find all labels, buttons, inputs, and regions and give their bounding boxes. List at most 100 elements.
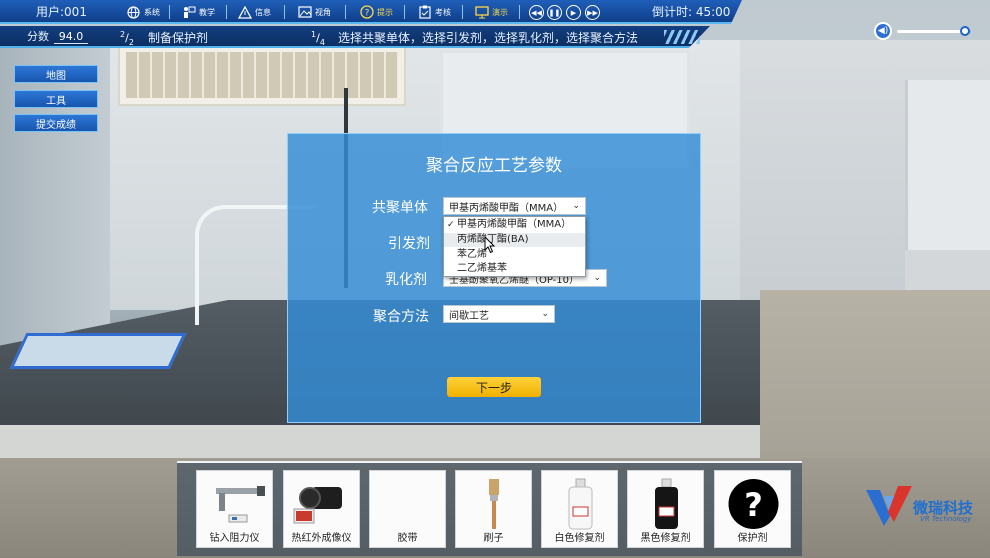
tool-tape[interactable]: 胶带 bbox=[369, 470, 446, 548]
next-step-button[interactable]: 下一步 bbox=[447, 377, 541, 397]
option-label: 苯乙烯 bbox=[457, 249, 487, 260]
nav-demo[interactable]: 演示 bbox=[474, 4, 508, 20]
cabinet-lower bbox=[905, 250, 990, 290]
score-value: 94.0 bbox=[54, 30, 88, 44]
decorative-stripes bbox=[664, 30, 700, 44]
volume-fill bbox=[897, 30, 966, 33]
nav-exam-label: 考核 bbox=[435, 7, 451, 17]
divider bbox=[226, 5, 227, 19]
tool-label: 钻入阻力仪 bbox=[209, 533, 260, 544]
option-label: 甲基丙烯酸甲酯（MMA） bbox=[457, 219, 572, 230]
tool-label: 白色修复剂 bbox=[554, 533, 605, 544]
brand-subtitle: VR Technology bbox=[920, 515, 972, 523]
tools-button[interactable]: 工具 bbox=[14, 90, 98, 108]
countdown-timer: 倒计时: 45:00 bbox=[652, 5, 731, 19]
divider bbox=[519, 5, 520, 19]
submit-score-button[interactable]: 提交成绩 bbox=[14, 114, 98, 132]
initiator-label: 引发剂 bbox=[388, 236, 430, 252]
svg-text:?: ? bbox=[364, 9, 369, 19]
rewind-button[interactable]: ◀◀ bbox=[529, 5, 544, 20]
play-button[interactable]: ▶ bbox=[566, 5, 581, 20]
sample-tray[interactable] bbox=[9, 333, 187, 369]
pause-button[interactable]: ❚❚ bbox=[547, 5, 562, 20]
nav-exam[interactable]: 考核 bbox=[417, 4, 451, 20]
score-label: 分数 bbox=[27, 30, 49, 43]
tool-black-repair-agent[interactable]: 黑色修复剂 bbox=[627, 470, 704, 548]
tool-thermal-camera[interactable]: 热红外成像仪 bbox=[283, 470, 360, 548]
stage-current: 2 bbox=[120, 30, 126, 39]
play-icon: ▶ bbox=[570, 8, 577, 17]
image-icon bbox=[297, 5, 312, 19]
mouse-cursor-icon bbox=[484, 236, 496, 254]
method-select[interactable]: 间歇工艺 ⌄ bbox=[443, 305, 555, 323]
black-bottle-icon bbox=[655, 478, 678, 529]
monitor-icon bbox=[474, 5, 489, 19]
globe-icon bbox=[126, 5, 141, 19]
tool-drill-resistance-meter[interactable]: 钻入阻力仪 bbox=[196, 470, 273, 548]
teacher-icon bbox=[181, 5, 196, 19]
thermal-camera-icon bbox=[293, 487, 342, 524]
nav-demo-label: 演示 bbox=[492, 7, 508, 17]
nav-info-label: 信息 bbox=[255, 7, 271, 17]
nav-teaching[interactable]: 教学 bbox=[181, 4, 215, 20]
comonomer-dropdown: ✓ 甲基丙烯酸甲酯（MMA） 丙烯酸丁酯(BA) 苯乙烯 二乙烯基苯 bbox=[443, 216, 586, 277]
step-total: 4 bbox=[319, 37, 325, 47]
dialog-title: 聚合反应工艺参数 bbox=[426, 156, 562, 176]
help-icon: ? bbox=[359, 5, 374, 19]
tape-icon bbox=[370, 473, 447, 533]
nav-hint[interactable]: ? 提示 bbox=[359, 4, 393, 20]
dropdown-option[interactable]: ✓ 甲基丙烯酸甲酯（MMA） bbox=[444, 218, 585, 232]
speaker-icon: ◀) bbox=[877, 26, 889, 36]
dropdown-option[interactable]: 二乙烯基苯 bbox=[444, 262, 585, 276]
tool-label: 胶带 bbox=[397, 533, 418, 544]
fast-forward-icon: ▶▶ bbox=[587, 8, 598, 17]
svg-text:?: ? bbox=[744, 486, 763, 524]
divider bbox=[462, 5, 463, 19]
nav-teaching-label: 教学 bbox=[199, 7, 215, 17]
method-label: 聚合方法 bbox=[373, 309, 429, 325]
nav-system-label: 系统 bbox=[144, 7, 160, 17]
wall-cabinet bbox=[905, 80, 990, 260]
pause-icon: ❚❚ bbox=[548, 8, 561, 17]
clipboard-icon bbox=[417, 5, 432, 19]
tool-label: 刷子 bbox=[483, 533, 504, 544]
volume-slider[interactable] bbox=[897, 26, 971, 36]
periodic-table-poster bbox=[118, 44, 406, 106]
chevron-down-icon: ⌄ bbox=[593, 273, 601, 283]
chevron-down-icon: ⌄ bbox=[572, 201, 580, 211]
tool-protective-agent[interactable]: ? 保护剂 bbox=[714, 470, 791, 548]
dropdown-option[interactable]: 苯乙烯 bbox=[444, 248, 585, 262]
comonomer-select[interactable]: 甲基丙烯酸甲酯（MMA） ⌄ bbox=[443, 197, 586, 215]
chevron-down-icon: ⌄ bbox=[541, 309, 549, 319]
stage-title: 制备保护剂 bbox=[148, 31, 209, 45]
divider bbox=[169, 5, 170, 19]
nav-hint-label: 提示 bbox=[377, 7, 393, 17]
emulsifier-label: 乳化剂 bbox=[385, 272, 427, 288]
nav-system[interactable]: 系统 bbox=[126, 4, 160, 20]
comonomer-value: 甲基丙烯酸甲酯（MMA） bbox=[449, 202, 564, 214]
nav-info[interactable]: 信息 bbox=[237, 4, 271, 20]
comonomer-label: 共聚单体 bbox=[372, 200, 428, 216]
checkmark-icon: ✓ bbox=[447, 220, 455, 230]
divider bbox=[404, 5, 405, 19]
tool-brush[interactable]: 刷子 bbox=[455, 470, 532, 548]
warning-icon bbox=[237, 5, 252, 19]
question-icon: ? bbox=[728, 479, 779, 529]
stage-counter: 2/2 bbox=[120, 30, 134, 47]
divider bbox=[345, 5, 346, 19]
method-value: 间歇工艺 bbox=[449, 310, 489, 322]
option-label: 二乙烯基苯 bbox=[457, 263, 507, 274]
fast-forward-button[interactable]: ▶▶ bbox=[585, 5, 600, 20]
step-instruction: 选择共聚单体，选择引发剂，选择乳化剂，选择聚合方法 bbox=[338, 31, 639, 45]
dropdown-option[interactable]: 丙烯酸丁酯(BA) bbox=[444, 233, 585, 247]
volume-button[interactable]: ◀) bbox=[874, 22, 892, 40]
tool-label: 黑色修复剂 bbox=[640, 533, 691, 544]
step-current: 1 bbox=[311, 30, 317, 39]
nav-view[interactable]: 视角 bbox=[297, 4, 331, 20]
rewind-icon: ◀◀ bbox=[531, 8, 542, 17]
tool-white-repair-agent[interactable]: 白色修复剂 bbox=[541, 470, 618, 548]
white-bottle-icon bbox=[568, 478, 593, 530]
brand-logo-icon bbox=[866, 486, 912, 526]
nav-view-label: 视角 bbox=[315, 7, 331, 17]
map-button[interactable]: 地图 bbox=[14, 65, 98, 83]
